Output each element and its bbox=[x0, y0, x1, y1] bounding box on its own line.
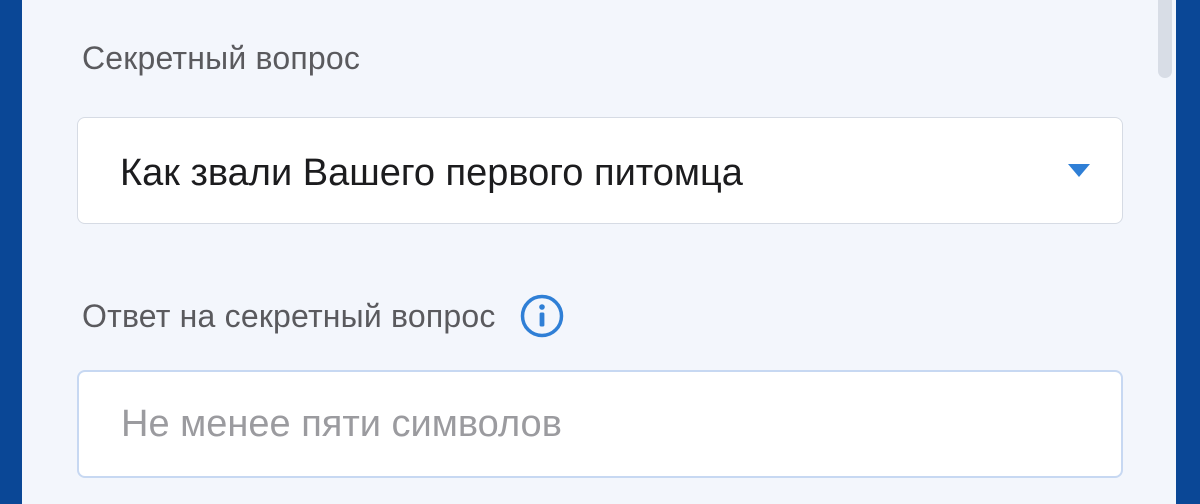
chevron-down-icon bbox=[1068, 164, 1090, 177]
secret-question-label: Секретный вопрос bbox=[82, 40, 361, 76]
secret-answer-label-row: Ответ на секретный вопрос bbox=[82, 294, 564, 338]
secret-question-selected-value: Как звали Вашего первого питомца bbox=[120, 152, 743, 194]
secret-question-select[interactable]: Как звали Вашего первого питомца bbox=[77, 117, 1123, 224]
info-icon[interactable] bbox=[520, 294, 564, 338]
scrollbar-thumb[interactable] bbox=[1158, 0, 1172, 78]
window-frame: Секретный вопрос Как звали Вашего первог… bbox=[0, 0, 1200, 504]
secret-answer-input[interactable] bbox=[77, 370, 1123, 478]
secret-answer-label: Ответ на секретный вопрос bbox=[82, 297, 496, 334]
